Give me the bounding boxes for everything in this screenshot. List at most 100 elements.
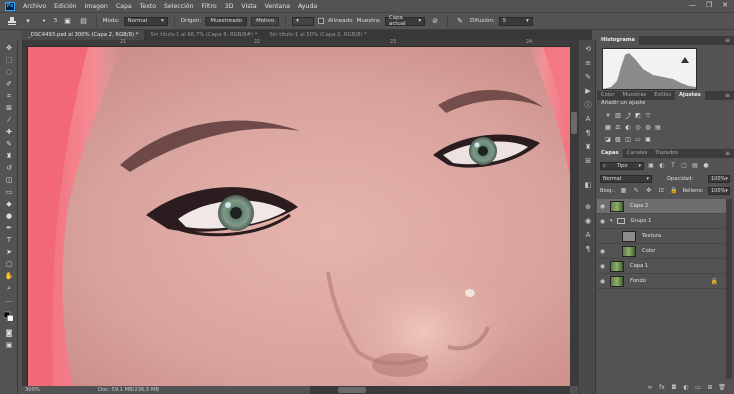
menu-ayuda[interactable]: Ayuda	[294, 3, 321, 10]
menu-imagen[interactable]: Imagen	[81, 3, 112, 10]
panel-menu-icon[interactable]: ≡	[725, 36, 730, 45]
eye-icon[interactable]: ◉	[597, 278, 608, 285]
eyedropper-tool-icon[interactable]: ⁄	[4, 115, 14, 125]
glyphs-panel-icon[interactable]: ⊞	[583, 156, 593, 166]
layer-row-capa-1[interactable]: ◉ Capa 1	[597, 259, 726, 274]
diffusion-select[interactable]: 5 ▾	[498, 16, 533, 26]
channel-mixer-icon[interactable]: ◍	[644, 123, 652, 131]
opacity-input[interactable]: 100% ▾	[708, 174, 730, 183]
healing-brush-tool-icon[interactable]: ✚	[4, 127, 14, 137]
clone-stamp-tool-icon[interactable]	[6, 16, 18, 27]
hue-saturation-icon[interactable]: ▦	[604, 123, 612, 131]
restore-button[interactable]: ❐	[706, 1, 712, 9]
curves-icon[interactable]: ⤴	[624, 111, 632, 120]
chevron-down-icon[interactable]: ▾	[22, 16, 34, 27]
chevron-down-icon[interactable]: ▾	[610, 218, 613, 224]
panel-menu-icon[interactable]: ≡	[725, 149, 730, 158]
filter-toggle-icon[interactable]: ●	[702, 162, 710, 170]
zoom-level[interactable]: 300%	[22, 387, 48, 393]
filter-smart-icon[interactable]: ▤	[691, 162, 699, 170]
menu-capa[interactable]: Capa	[112, 3, 136, 10]
lock-artboard-icon[interactable]: ⊡	[657, 187, 665, 195]
more-tools-icon[interactable]: …	[4, 295, 14, 305]
info-panel-icon[interactable]: ⓘ	[583, 100, 593, 110]
new-group-icon[interactable]: ▭	[694, 383, 702, 391]
menu-seleccion[interactable]: Selección	[160, 3, 198, 10]
eye-icon[interactable]: ◉	[597, 263, 608, 270]
tab-histograma[interactable]: Histograma	[597, 36, 639, 45]
layer-row-capa-2[interactable]: ◉ Capa 2	[597, 199, 726, 214]
tab-trazados[interactable]: Trazados	[651, 149, 682, 158]
actions-panel-icon[interactable]: ▶	[583, 86, 593, 96]
lock-all-icon[interactable]: 🔒	[670, 187, 678, 195]
link-layers-icon[interactable]: ∞	[646, 383, 654, 391]
lock-position-icon[interactable]: ✥	[645, 187, 653, 195]
brush-panel-icon[interactable]: ▣	[62, 16, 74, 27]
pressure-icon[interactable]: ✎	[454, 16, 466, 27]
type-panel-icon[interactable]: A	[583, 230, 593, 240]
libraries-panel-icon[interactable]: ⊕	[583, 202, 593, 212]
clone-source-icon[interactable]: ▤	[78, 16, 90, 27]
quick-select-tool-icon[interactable]: ✐	[4, 79, 14, 89]
marquee-tool-icon[interactable]: ⬚	[4, 55, 14, 65]
invert-icon[interactable]: ◪	[604, 135, 612, 143]
pattern-picker[interactable]: ▾	[292, 16, 315, 26]
aligned-checkbox[interactable]	[318, 18, 325, 24]
horizontal-scrollbar-thumb[interactable]	[338, 387, 366, 393]
clone-stamp-tool-icon[interactable]: ♜	[4, 151, 14, 161]
exposure-icon[interactable]: ◩	[634, 111, 642, 119]
menu-vista[interactable]: Vista	[237, 3, 260, 10]
menu-ventana[interactable]: Ventana	[261, 3, 294, 10]
lock-transparent-icon[interactable]: ▦	[619, 187, 627, 195]
posterize-icon[interactable]: ▨	[614, 135, 622, 143]
hand-tool-icon[interactable]: ✋	[4, 271, 14, 281]
lasso-tool-icon[interactable]: ◌	[4, 67, 14, 77]
brush-settings-icon[interactable]: ✎	[583, 72, 593, 82]
type-tool-icon[interactable]: T	[4, 235, 14, 245]
ignore-adjustment-icon[interactable]: ⊘	[429, 16, 441, 27]
menu-3d[interactable]: 3D	[221, 3, 238, 10]
shape-tool-icon[interactable]: ▢	[4, 259, 14, 269]
add-mask-icon[interactable]: ◘	[670, 383, 678, 391]
vertical-scrollbar-thumb[interactable]	[571, 112, 577, 134]
filter-pixel-icon[interactable]: ▣	[647, 162, 655, 170]
paragraph-styles-icon[interactable]: ¶	[583, 244, 593, 254]
brush-size-dot-icon[interactable]: •	[38, 16, 50, 27]
tab-sin-titulo-1-b[interactable]: Sin título-1 al 50% (Capa 2, RGB/8) *	[263, 30, 373, 40]
move-tool-icon[interactable]: ✥	[4, 43, 14, 53]
menu-archivo[interactable]: Archivo	[19, 3, 50, 10]
mode-select[interactable]: Normal ▾	[123, 16, 168, 26]
layers-scrollbar[interactable]	[726, 199, 732, 379]
eye-icon[interactable]: ◉	[597, 203, 608, 210]
blend-mode-select[interactable]: Normal ▾	[600, 174, 652, 183]
filter-type-icon[interactable]: T	[669, 162, 677, 170]
history-panel-icon[interactable]: ⟲	[583, 44, 593, 54]
tab-capas[interactable]: Capas	[597, 149, 623, 158]
minimize-button[interactable]: —	[689, 1, 696, 9]
layer-row-color[interactable]: ◉ Color	[597, 244, 726, 259]
layer-row-grupo-1[interactable]: ◉ ▾ Grupo 1	[597, 214, 726, 229]
delete-layer-icon[interactable]: 🗑	[718, 383, 726, 391]
eye-icon[interactable]: ◉	[597, 218, 608, 225]
screen-mode-icon[interactable]: ▣	[4, 340, 14, 350]
brightness-icon[interactable]: ☀	[604, 111, 612, 119]
color-balance-icon[interactable]: ⚖	[614, 123, 622, 131]
history-brush-tool-icon[interactable]: ↺	[4, 163, 14, 173]
tab-dsc4493[interactable]: _DSC4493.psd al 300% (Capa 2, RGB/8) *	[22, 30, 145, 40]
brush-tool-icon[interactable]: ✎	[4, 139, 14, 149]
tab-ajustes[interactable]: Ajustes	[675, 91, 705, 100]
character-panel-icon[interactable]: A	[583, 114, 593, 124]
black-white-icon[interactable]: ◐	[624, 123, 632, 131]
filter-adjustment-icon[interactable]: ◐	[658, 162, 666, 170]
adjustment-layer-icon[interactable]: ◐	[682, 383, 690, 391]
sample-select[interactable]: Capa actual ▾	[385, 15, 426, 27]
layer-filter-select[interactable]: ⌕ Tipo ▾	[600, 161, 644, 170]
menu-edicion[interactable]: Edición	[50, 3, 80, 10]
eye-icon[interactable]: ◉	[597, 248, 608, 255]
panel-menu-icon[interactable]: ≡	[725, 91, 730, 100]
layer-row-fondo[interactable]: ◉ Fondo 🔒	[597, 274, 726, 289]
vertical-scrollbar[interactable]	[570, 40, 578, 386]
eraser-tool-icon[interactable]: ◫	[4, 175, 14, 185]
layer-row-textura[interactable]: Textura	[597, 229, 726, 244]
dodge-tool-icon[interactable]: ●	[4, 211, 14, 221]
